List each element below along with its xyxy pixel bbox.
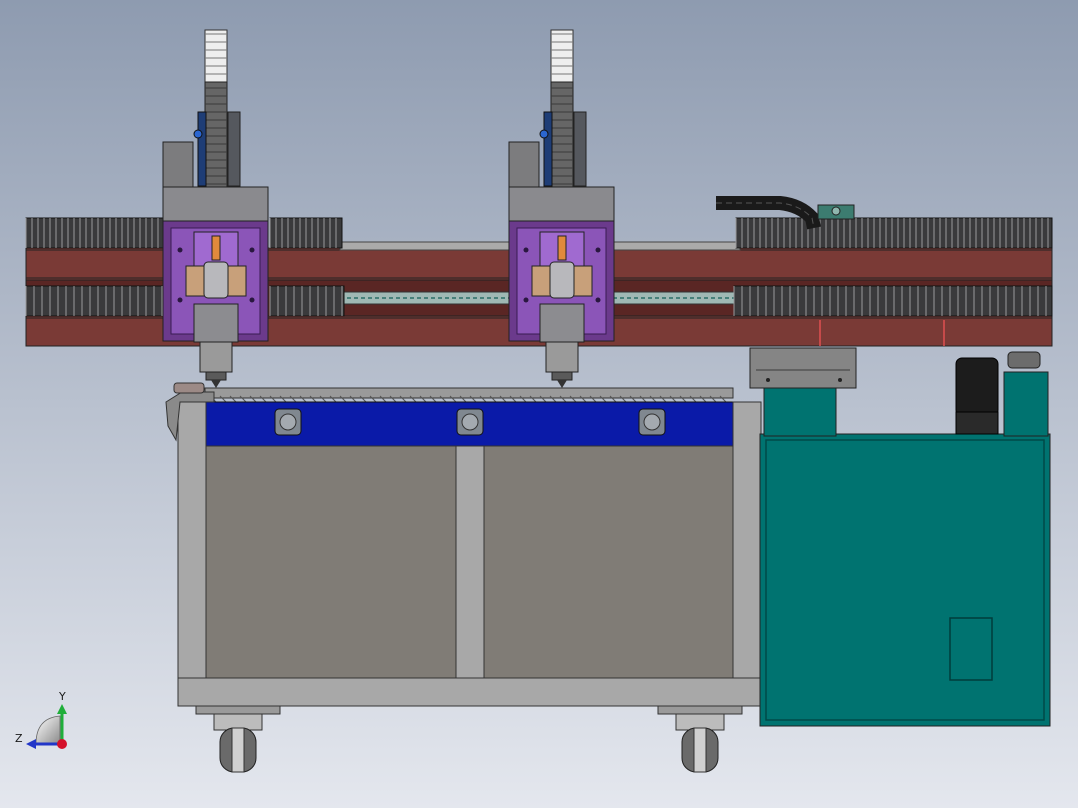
cabinet-leg-left: [763, 387, 837, 437]
head-side-box: [162, 141, 194, 189]
servo-knob: [193, 129, 203, 139]
head-bolt: [523, 247, 529, 253]
servo-motor: [197, 111, 207, 187]
cabinet-bottom-rail: [177, 677, 762, 707]
servo-motor: [543, 111, 553, 187]
head-housing-top: [508, 186, 615, 222]
work-table: [165, 382, 762, 707]
head-bolt: [595, 247, 601, 253]
cabinet-body: [759, 433, 1051, 727]
cabinet-leg-right: [1003, 371, 1049, 437]
spindle-core: [211, 235, 221, 261]
port-cap: [279, 413, 297, 431]
tower-body: [204, 81, 228, 189]
servo-knob: [539, 129, 549, 139]
nozzle-ring: [205, 371, 227, 381]
bellows-top-left-base: [25, 217, 165, 249]
cad-viewport[interactable]: Y Z: [0, 0, 1078, 808]
head-bolt: [177, 297, 183, 303]
nozzle-body: [199, 341, 233, 373]
cabinet-panel-right: [483, 445, 734, 679]
caster-hub: [693, 727, 707, 773]
bellows-top-right-base: [735, 217, 1053, 249]
caster-hub: [231, 727, 245, 773]
head-bolt: [595, 297, 601, 303]
control-box-bolt-2: [838, 378, 842, 382]
triad-y-label: Y: [58, 690, 66, 703]
cabinet-divider: [455, 445, 485, 679]
bellows-mid-left-base: [25, 285, 165, 317]
tower-side: [573, 111, 587, 187]
head-bolt: [249, 297, 255, 303]
head-bolt: [177, 247, 183, 253]
triad-x-axis-dot: [57, 739, 67, 749]
head-bolt: [523, 297, 529, 303]
cad-assembly-drawing: Y Z: [0, 0, 1078, 808]
spindle-core: [557, 235, 567, 261]
motor-drum: [955, 357, 999, 417]
cabinet-right-post: [732, 401, 762, 707]
tower-side: [227, 111, 241, 187]
head-nozzle-mount: [193, 303, 239, 343]
bellows-mid-center-base: [269, 285, 345, 317]
head-housing-top: [162, 186, 269, 222]
caster-plate: [195, 705, 281, 715]
nozzle-ring: [551, 371, 573, 381]
port-cap: [643, 413, 661, 431]
head-nozzle-mount: [539, 303, 585, 343]
cabinet-left-post: [177, 401, 207, 707]
caster-plate: [657, 705, 743, 715]
left-clamp: [173, 382, 205, 394]
spindle-motor: [203, 261, 229, 299]
motor-cap: [1007, 351, 1041, 369]
control-box-bolt-1: [766, 378, 770, 382]
port-cap: [461, 413, 479, 431]
head-side-box: [508, 141, 540, 189]
control-box: [749, 347, 857, 389]
head-bolt: [249, 247, 255, 253]
spindle-motor: [549, 261, 575, 299]
nozzle-body: [545, 341, 579, 373]
cabinet-panel-left: [205, 445, 457, 679]
table-top-rail: [204, 387, 734, 399]
motor-base: [955, 411, 999, 435]
tower-body: [550, 81, 574, 189]
cable-chain-mount-bolt: [831, 206, 841, 216]
triad-z-label: Z: [15, 732, 23, 745]
